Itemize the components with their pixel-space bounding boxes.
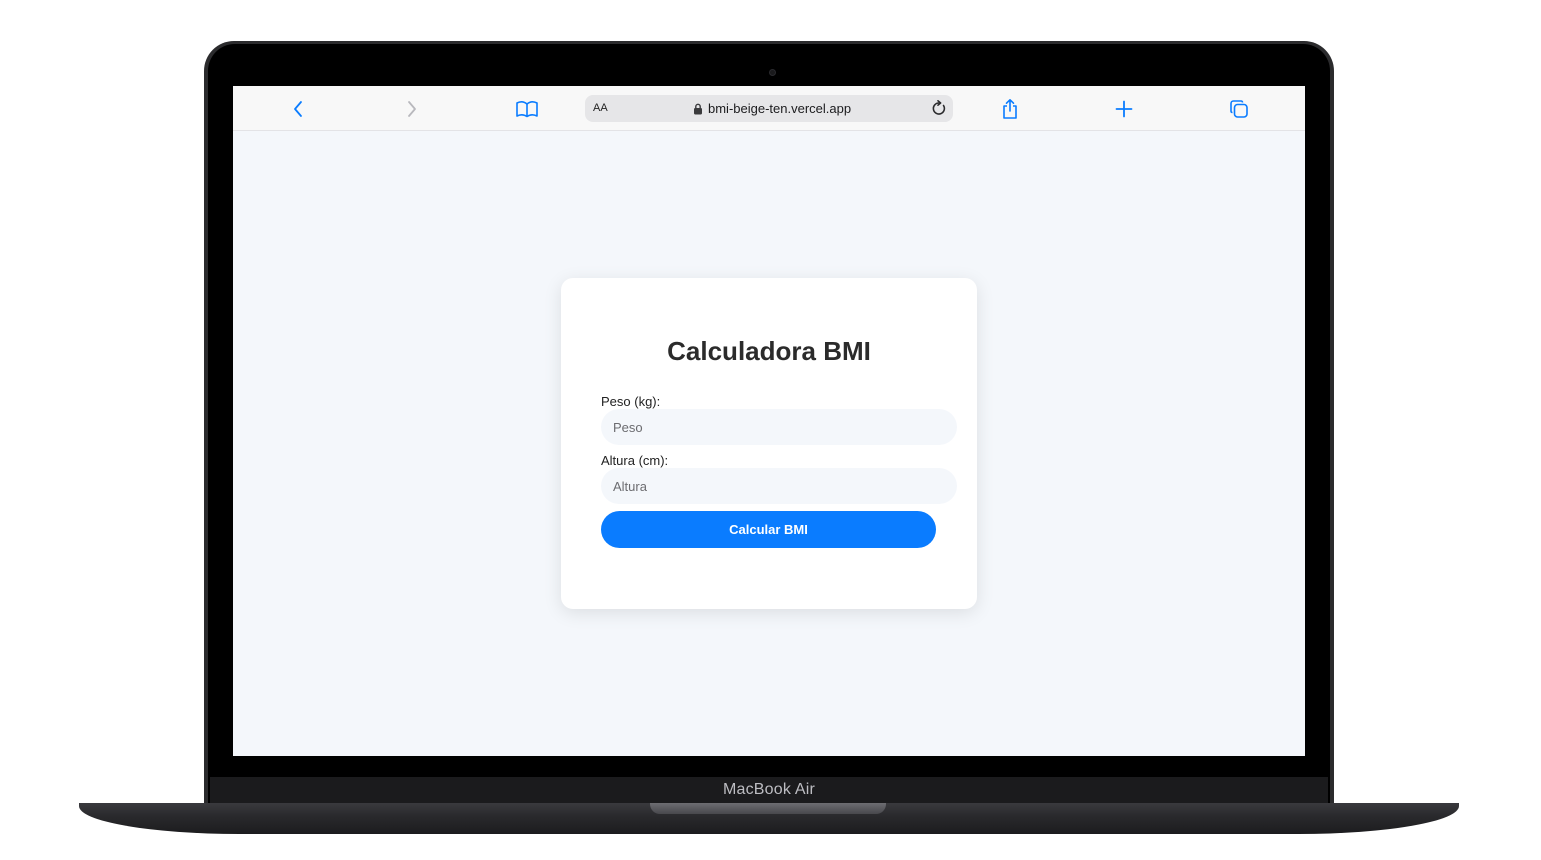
tabs-button[interactable] <box>1226 96 1252 122</box>
browser-toolbar: AA bmi-beige-ten.vercel.app <box>233 86 1305 131</box>
bmi-card: Calculadora BMI Peso (kg): Altura (cm): … <box>561 278 977 609</box>
page-title: Calculadora BMI <box>667 336 871 366</box>
book-icon <box>516 100 538 118</box>
back-button[interactable] <box>285 96 311 122</box>
calculate-bmi-button[interactable]: Calcular BMI <box>601 511 936 548</box>
weight-label: Peso (kg): <box>601 394 661 409</box>
chevron-left-icon <box>294 101 302 117</box>
tabs-icon <box>1230 100 1248 118</box>
forward-button[interactable] <box>399 96 425 122</box>
share-icon <box>1003 99 1017 119</box>
chevron-right-icon <box>408 101 416 117</box>
browser-screen: AA bmi-beige-ten.vercel.app Calculadora … <box>233 86 1305 756</box>
reload-icon <box>932 100 946 115</box>
url-text: bmi-beige-ten.vercel.app <box>708 101 852 116</box>
address-bar[interactable]: AA bmi-beige-ten.vercel.app <box>585 95 953 122</box>
share-button[interactable] <box>997 96 1023 122</box>
base-notch <box>650 803 886 814</box>
laptop-base <box>79 803 1459 834</box>
reload-button[interactable] <box>931 100 947 122</box>
height-label: Altura (cm): <box>601 453 669 468</box>
url-display[interactable]: bmi-beige-ten.vercel.app <box>693 101 851 116</box>
reader-button[interactable]: AA <box>593 102 608 114</box>
camera-icon <box>769 69 776 76</box>
new-tab-button[interactable] <box>1111 96 1137 122</box>
plus-icon <box>1115 100 1133 118</box>
weight-input[interactable] <box>601 409 957 445</box>
bookmarks-button[interactable] <box>514 96 540 122</box>
device-model-label: MacBook Air <box>722 781 815 798</box>
lock-icon <box>694 103 702 114</box>
height-input[interactable] <box>601 468 957 504</box>
